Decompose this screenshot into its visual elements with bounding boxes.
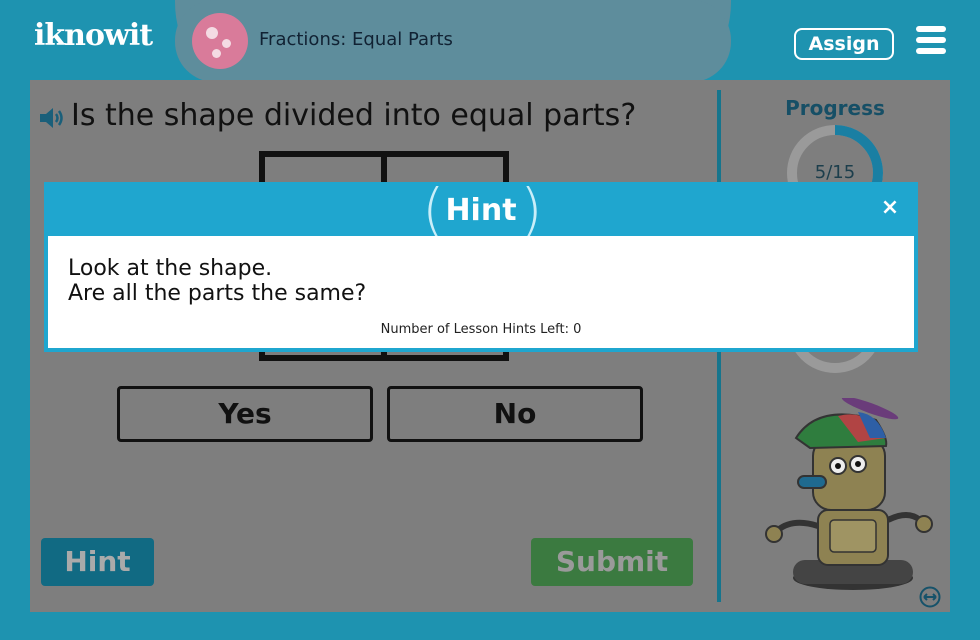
- hint-dialog: ( Hint ) × Look at the shape. Are all th…: [44, 176, 918, 352]
- logo-text: iknowit: [34, 18, 153, 53]
- submit-button[interactable]: Submit: [531, 538, 693, 586]
- assign-button[interactable]: Assign: [794, 28, 894, 60]
- hamburger-menu-icon[interactable]: [916, 26, 946, 54]
- hints-left-count: Number of Lesson Hints Left: 0: [380, 322, 582, 337]
- hint-text-line: Look at the shape.: [68, 256, 273, 281]
- resize-icon[interactable]: [919, 586, 941, 608]
- hint-text-line: Are all the parts the same?: [68, 281, 367, 306]
- lesson-icon: [192, 13, 248, 69]
- robot-mascot: [765, 398, 933, 590]
- progress-value: 5/15: [814, 162, 856, 183]
- title-bracket-right: ): [520, 176, 543, 244]
- progress-label: Progress: [785, 96, 885, 120]
- hint-dialog-title: Hint: [445, 193, 517, 228]
- hint-dialog-body: Look at the shape. Are all the parts the…: [48, 236, 914, 348]
- question-text: Is the shape divided into equal parts?: [71, 98, 637, 133]
- lesson-title: Fractions: Equal Parts: [259, 29, 453, 50]
- hint-button[interactable]: Hint: [41, 538, 154, 586]
- answer-yes-button[interactable]: Yes: [117, 386, 373, 442]
- answer-no-button[interactable]: No: [387, 386, 643, 442]
- iknowit-logo[interactable]: iknowit: [34, 18, 153, 53]
- close-icon[interactable]: ×: [878, 196, 902, 220]
- speaker-icon[interactable]: [40, 106, 68, 130]
